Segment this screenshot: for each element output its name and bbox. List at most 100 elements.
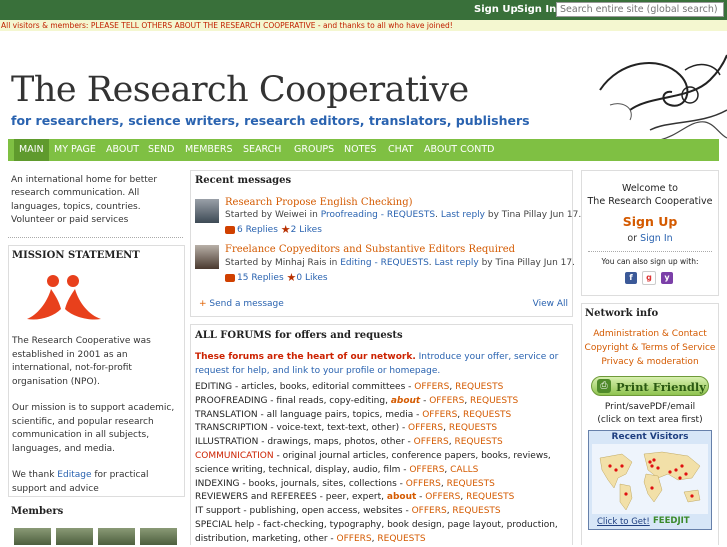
requests-link[interactable]: REQUESTS [463, 410, 511, 420]
member-avatar[interactable] [98, 528, 135, 545]
author-link[interactable]: Minhaj Rais [275, 258, 326, 268]
calls-link[interactable]: CALLS [450, 465, 478, 475]
offers-link[interactable]: OFFERS [425, 492, 460, 502]
admin-contact-link[interactable]: Administration & Contact [582, 329, 718, 339]
requests-link[interactable]: REQUESTS [454, 437, 502, 447]
nav-search[interactable]: SEARCH [243, 144, 281, 155]
nav-groups[interactable]: GROUPS [294, 144, 334, 155]
about-link[interactable]: about [387, 492, 416, 502]
world-map-image [592, 444, 708, 514]
likes-link[interactable]: 2 Likes [291, 225, 322, 235]
nav-about-contd[interactable]: ABOUT CONTD [424, 144, 494, 155]
site-title[interactable]: The Research Cooperative [11, 70, 469, 110]
forums-title: ALL FORUMS for offers and requests [195, 330, 403, 341]
feedjit-logo: FEEDJIT [653, 516, 690, 526]
print-friendly-label: Print Friendly [616, 380, 706, 394]
network-info-box: Network info Administration & Contact Co… [581, 303, 719, 545]
requests-link[interactable]: REQUESTS [449, 423, 497, 433]
recent-visitors-widget[interactable]: Recent Visitors Click to Get! FEEDJIT [588, 430, 712, 530]
forum-line-illustration: ILLUSTRATION - drawings, maps, photos, o… [195, 437, 503, 448]
replies-link[interactable]: 6 Replies [237, 225, 278, 235]
site-subtitle: for researchers, science writers, resear… [11, 113, 530, 128]
message-title[interactable]: Freelance Copyeditors and Substantive Ed… [225, 244, 515, 255]
social-icons: fgy [625, 271, 678, 285]
star-icon: ★ [280, 223, 291, 236]
click-to-get-link[interactable]: Click to Get! [597, 517, 650, 527]
offers-link[interactable]: OFFERS [414, 437, 449, 447]
sign-up-button[interactable]: Sign Up [582, 214, 718, 229]
privacy-link[interactable]: Privacy & moderation [582, 357, 718, 367]
sign-in-line: or Sign In [627, 233, 673, 244]
about-link[interactable]: about [391, 396, 420, 406]
print-note-hint: (click on text area first) [597, 415, 703, 425]
forum-line-transcription: TRANSCRIPTION - voice-text, text-text, o… [195, 423, 498, 434]
offers-link[interactable]: OFFERS [337, 534, 372, 544]
forum-line-it-support: IT support - publishing, open access, we… [195, 506, 501, 517]
send-message-link[interactable]: + Send a message [199, 299, 284, 309]
print-friendly-button[interactable]: ⎙ Print Friendly [591, 376, 709, 396]
sign-in-link[interactable]: Sign In [517, 4, 556, 15]
requests-link[interactable]: REQUESTS [447, 479, 495, 489]
welcome-line-2: The Research Cooperative [587, 196, 713, 207]
nav-notes[interactable]: NOTES [344, 144, 376, 155]
offers-link[interactable]: OFFERS [409, 465, 444, 475]
nav-members[interactable]: MEMBERS [185, 144, 233, 155]
comment-icon [225, 225, 235, 234]
nav-my-page[interactable]: MY PAGE [54, 144, 96, 155]
offers-link[interactable]: OFFERS [408, 423, 443, 433]
forum-link[interactable]: Editing - REQUESTS [340, 258, 429, 268]
thanks-text: We thank Editage for practical support a… [12, 470, 149, 494]
member-avatar[interactable] [14, 528, 51, 545]
search-input[interactable] [556, 2, 724, 17]
nav-main[interactable]: MAIN [14, 139, 49, 161]
yahoo-icon[interactable]: y [661, 272, 673, 284]
offers-link[interactable]: OFFERS [406, 479, 441, 489]
mission-paragraph-1: The Research Cooperative was established… [12, 336, 151, 387]
forum-link[interactable]: Proofreading - REQUESTS [321, 210, 435, 220]
offers-link[interactable]: OFFERS [429, 396, 464, 406]
comment-icon [225, 273, 235, 282]
all-forums-box: ALL FORUMS for offers and requests These… [190, 324, 573, 545]
offers-link[interactable]: OFFERS [422, 410, 457, 420]
mission-text: The Research Cooperative was established… [12, 335, 182, 496]
likes-link[interactable]: 0 Likes [296, 273, 327, 283]
message-thumbnail[interactable] [195, 245, 219, 269]
requests-link[interactable]: REQUESTS [470, 396, 518, 406]
google-icon[interactable]: g [642, 271, 656, 285]
divider [8, 237, 183, 238]
mission-paragraph-2: Our mission is to support academic, scie… [12, 403, 175, 454]
message-meta: Started by Minhaj Rais in Editing - REQU… [225, 258, 575, 268]
nav-send[interactable]: SEND [148, 144, 174, 155]
nav-about[interactable]: ABOUT [106, 144, 139, 155]
forum-line-proofreading: PROOFREADING - final reads, copy-editing… [195, 395, 519, 406]
sign-in-link[interactable]: Sign In [640, 233, 673, 244]
welcome-box: Welcome to The Research Cooperative Sign… [581, 170, 719, 296]
facebook-icon[interactable]: f [625, 272, 637, 284]
message-thumbnail[interactable] [195, 199, 219, 223]
offers-link[interactable]: OFFERS [412, 506, 447, 516]
editage-link[interactable]: Editage [57, 470, 91, 480]
divider [588, 251, 712, 252]
forums-intro: These forums are the heart of our networ… [195, 352, 559, 376]
requests-link[interactable]: REQUESTS [452, 506, 500, 516]
forum-list: EDITING - articles, books, editorial com… [195, 381, 570, 547]
member-avatar[interactable] [140, 528, 177, 545]
requests-link[interactable]: REQUESTS [466, 492, 514, 502]
requests-link[interactable]: REQUESTS [455, 382, 503, 392]
star-icon: ★ [286, 271, 297, 284]
requests-link[interactable]: REQUESTS [377, 534, 425, 544]
cooperative-logo-icon [27, 275, 101, 320]
member-avatar[interactable] [56, 528, 93, 545]
sign-up-link[interactable]: Sign Up [474, 4, 518, 15]
replies-link[interactable]: 15 Replies [237, 273, 284, 283]
author-link[interactable]: Weiwei [275, 210, 307, 220]
message-title[interactable]: Research Propose English Checking) [225, 197, 413, 208]
last-reply-link[interactable]: Last reply [441, 210, 485, 220]
nav-chat[interactable]: CHAT [388, 144, 413, 155]
main-nav: MAIN MY PAGE ABOUT SEND MEMBERS SEARCH G… [8, 139, 719, 161]
offers-link[interactable]: OFFERS [414, 382, 449, 392]
social-signup-label: You can also sign up with: [601, 257, 699, 266]
copyright-terms-link[interactable]: Copyright & Terms of Service [582, 343, 718, 353]
view-all-link[interactable]: View All [533, 299, 568, 309]
last-reply-link[interactable]: Last reply [435, 258, 479, 268]
